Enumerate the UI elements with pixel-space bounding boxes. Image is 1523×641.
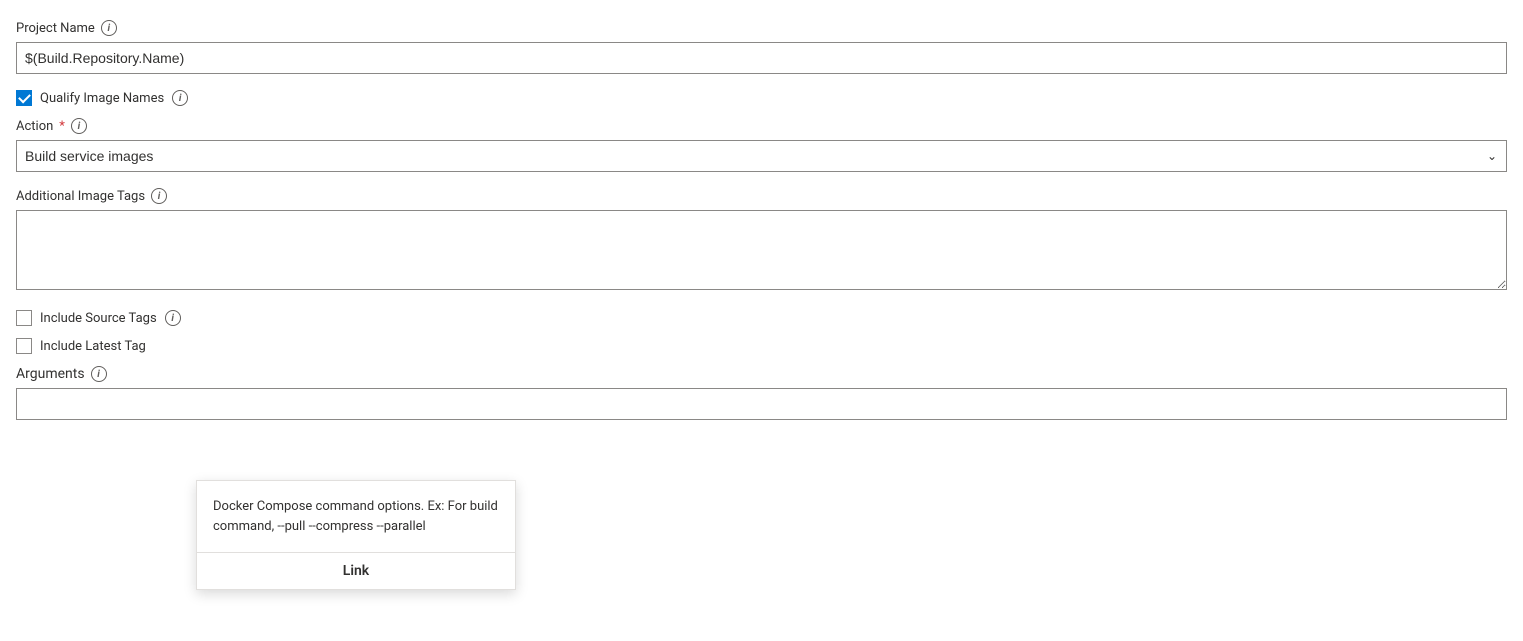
additional-image-tags-label: Additional Image Tags: [16, 189, 145, 204]
action-info-icon[interactable]: i: [71, 118, 87, 134]
arguments-input[interactable]: [16, 388, 1507, 420]
tooltip-text: Docker Compose command options. Ex: For …: [213, 497, 499, 536]
action-required-marker: *: [59, 119, 65, 134]
additional-image-tags-input[interactable]: [16, 210, 1507, 290]
action-select[interactable]: Build service images Push service images…: [16, 140, 1507, 172]
include-latest-tag-label[interactable]: Include Latest Tag: [40, 339, 146, 354]
include-source-tags-checkbox[interactable]: [16, 310, 32, 326]
qualify-image-names-checkbox[interactable]: [16, 90, 32, 106]
project-name-info-icon[interactable]: i: [101, 20, 117, 36]
include-latest-tag-checkbox[interactable]: [16, 338, 32, 354]
project-name-input[interactable]: [16, 42, 1507, 74]
tooltip-link[interactable]: Link: [197, 552, 515, 589]
include-source-tags-info-icon[interactable]: i: [165, 310, 181, 326]
additional-image-tags-info-icon[interactable]: i: [151, 188, 167, 204]
action-label: Action: [16, 119, 53, 134]
qualify-image-names-label[interactable]: Qualify Image Names: [40, 91, 164, 106]
qualify-image-names-info-icon[interactable]: i: [172, 90, 188, 106]
arguments-label: Arguments: [16, 366, 85, 382]
include-source-tags-label[interactable]: Include Source Tags: [40, 311, 157, 326]
project-name-label: Project Name: [16, 21, 95, 36]
tooltip-popup: Docker Compose command options. Ex: For …: [196, 480, 516, 590]
arguments-info-icon[interactable]: i: [91, 366, 107, 382]
